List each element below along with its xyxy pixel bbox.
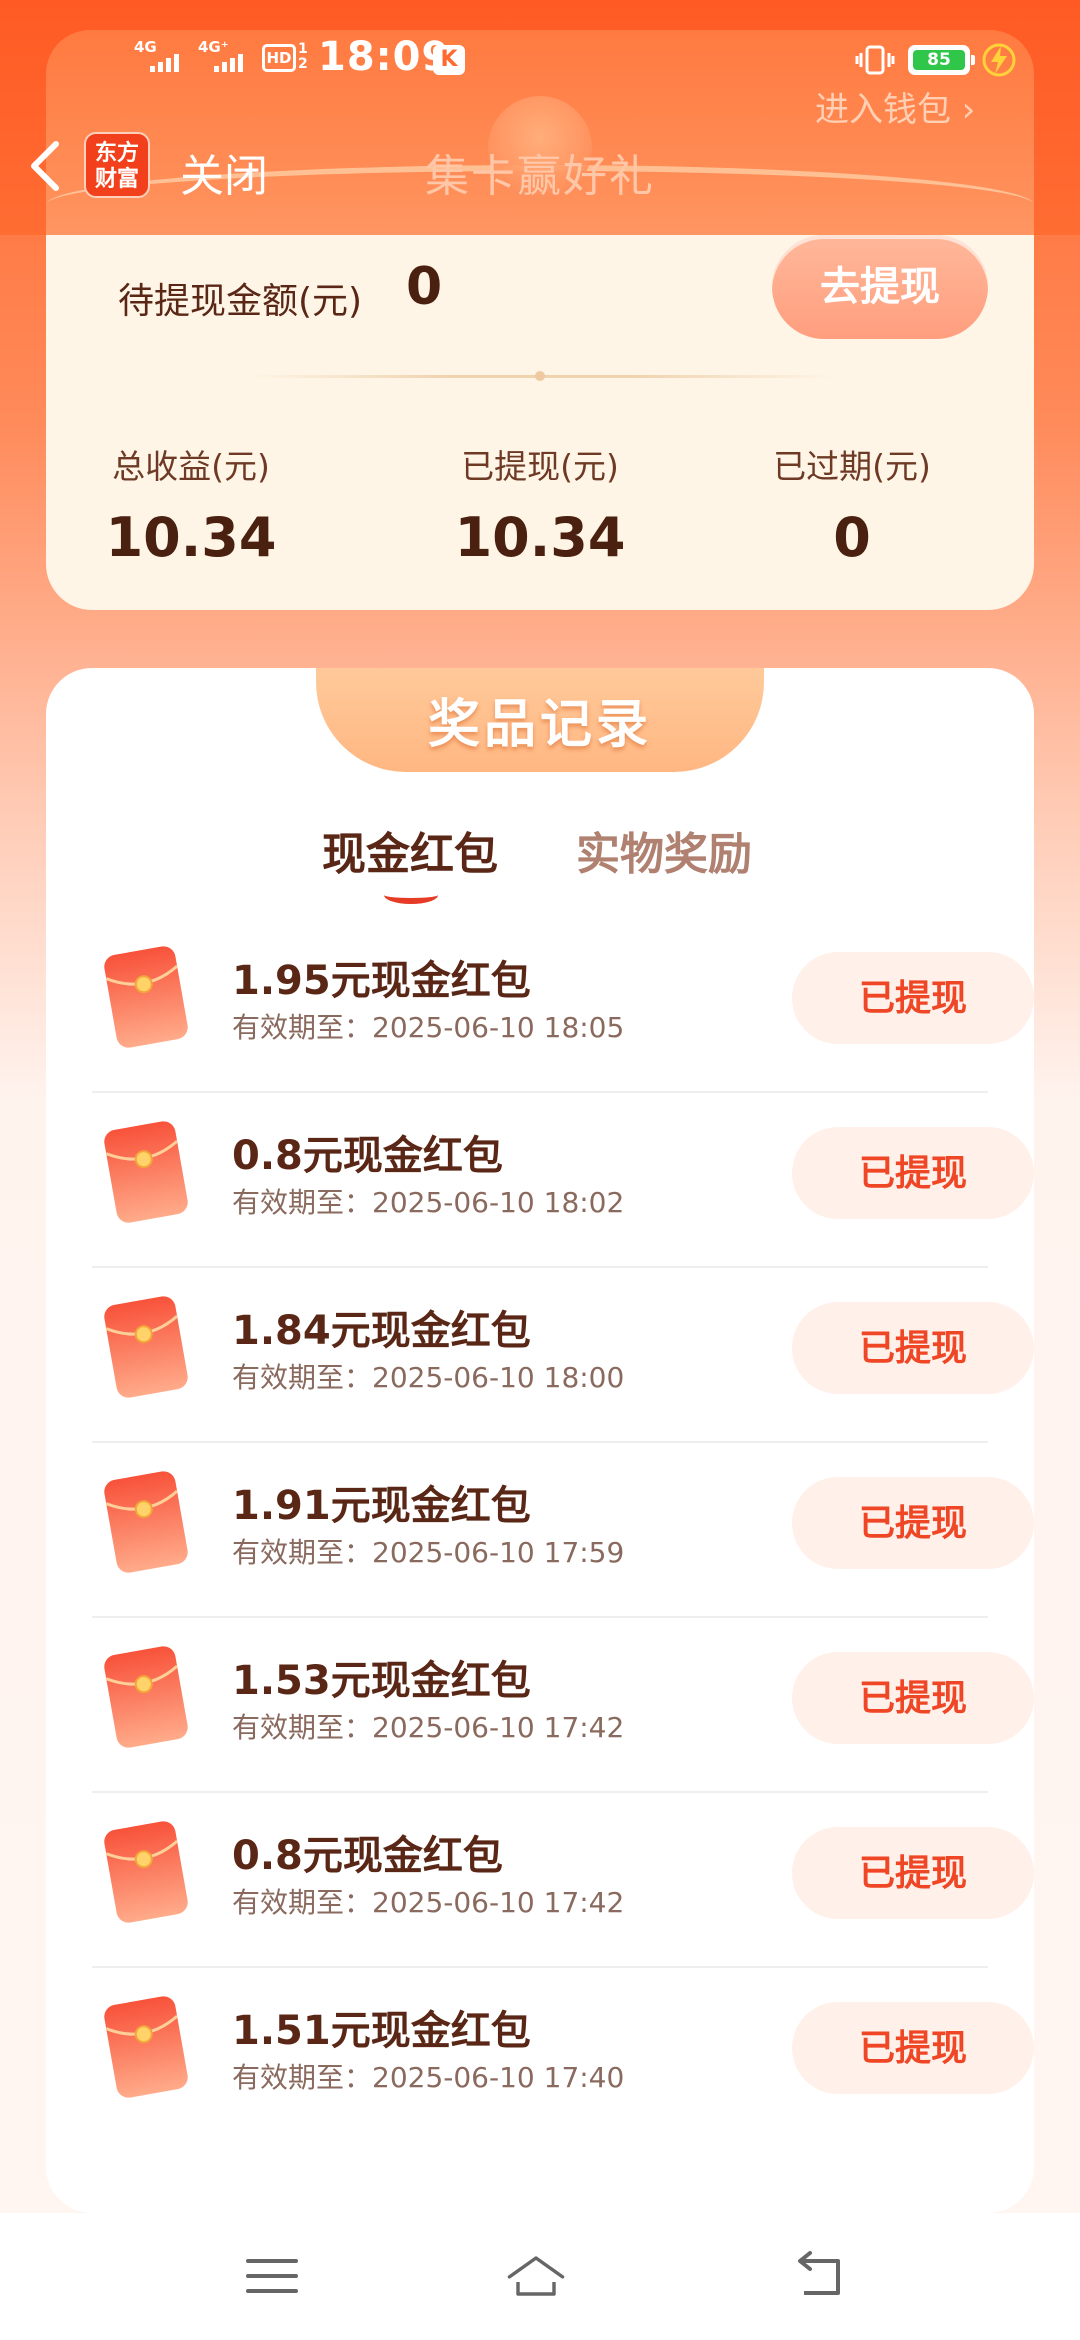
stat-value: 10.34 (105, 506, 277, 569)
page-title: 集卡赢好礼 (425, 151, 655, 202)
status-time: 18:09 (318, 34, 451, 80)
item-title: 0.8元现金红包 (232, 1133, 503, 1179)
hd-slot-label: 1 2 (298, 41, 308, 72)
red-packet-list: 1.95元现金红包 有效期至：2025-06-10 18:05 已提现 0.8元… (92, 918, 1034, 2143)
hd-voice-icon: HD (262, 44, 296, 72)
signal-icon-2: 4G⁺ (198, 40, 243, 74)
item-expiry: 有效期至：2025-06-10 17:42 (232, 1711, 625, 1744)
pending-amount-label: 待提现金额(元) (118, 281, 363, 322)
red-envelope-icon (100, 1992, 192, 2102)
list-item: 0.8元现金红包 有效期至：2025-06-10 18:02 已提现 (92, 1093, 1034, 1268)
withdrawn-status-button[interactable]: 已提现 (792, 1302, 1034, 1394)
withdrawn-status-button[interactable]: 已提现 (792, 1127, 1034, 1219)
app-logo: 东方 财富 (84, 132, 150, 198)
withdrawn-status-button[interactable]: 已提现 (792, 1652, 1034, 1744)
red-envelope-icon (100, 942, 192, 1052)
enter-wallet-link[interactable]: 进入钱包 › (815, 82, 975, 131)
list-item: 1.53元现金红包 有效期至：2025-06-10 17:42 已提现 (92, 1618, 1034, 1793)
vibrate-icon (855, 45, 895, 75)
red-envelope-icon (100, 1117, 192, 1227)
withdrawn-status-button[interactable]: 已提现 (792, 1827, 1034, 1919)
list-item: 1.84元现金红包 有效期至：2025-06-10 18:00 已提现 (92, 1268, 1034, 1443)
red-envelope-icon (100, 1817, 192, 1927)
system-navigation-bar (0, 2213, 1080, 2340)
logo-text-2: 财富 (94, 167, 139, 192)
item-title: 1.51元现金红包 (232, 2008, 531, 2054)
red-envelope-icon (100, 1642, 192, 1752)
item-title: 1.53元现金红包 (232, 1658, 531, 1704)
battery-icon: 85 (908, 45, 975, 75)
stat-value: 10.34 (454, 506, 626, 569)
red-envelope-icon (100, 1467, 192, 1577)
signal-icon: 4G (134, 40, 179, 74)
stat-label: 已过期(元) (773, 447, 931, 486)
tab-cash-red-packet[interactable]: 现金红包 (322, 818, 498, 882)
back-arrow-icon[interactable] (22, 136, 66, 196)
charging-bolt-icon (982, 43, 1016, 77)
item-expiry: 有效期至：2025-06-10 18:02 (232, 1186, 625, 1219)
battery-level: 85 (913, 50, 965, 70)
earnings-summary-card: 待提现金额(元) 0 去提现 总收益(元) 10.34 已提现(元) 10.34… (46, 235, 1034, 610)
item-expiry: 有效期至：2025-06-10 18:05 (232, 1011, 625, 1044)
prize-records-card: 奖品记录 现金红包 实物奖励 1.95元现金红包 有效期至：2025-06-10… (46, 668, 1034, 2213)
withdrawn-status-button[interactable]: 已提现 (792, 1477, 1034, 1569)
item-expiry: 有效期至：2025-06-10 17:40 (232, 2061, 625, 2094)
stat-label: 总收益(元) (112, 447, 270, 486)
menu-icon[interactable] (242, 2249, 302, 2303)
list-item: 0.8元现金红包 有效期至：2025-06-10 17:42 已提现 (92, 1793, 1034, 1968)
item-title: 1.84元现金红包 (232, 1308, 531, 1354)
item-expiry: 有效期至：2025-06-10 17:42 (232, 1886, 625, 1919)
withdraw-button[interactable]: 去提现 (772, 235, 988, 339)
back-icon[interactable] (790, 2249, 850, 2303)
app-header: 4G 4G⁺ HD 1 2 18:09 K 85 进入钱包 › 东方 财富 关闭… (0, 0, 1080, 235)
stat-expired: 已过期(元) 0 (702, 440, 1002, 569)
withdrawn-status-button[interactable]: 已提现 (792, 952, 1034, 1044)
item-title: 1.91元现金红包 (232, 1483, 531, 1529)
item-title: 0.8元现金红包 (232, 1833, 503, 1879)
app-notification-icon: K (433, 45, 465, 75)
item-title: 1.95元现金红包 (232, 958, 531, 1004)
withdrawn-status-button[interactable]: 已提现 (792, 2002, 1034, 2094)
records-title: 奖品记录 (427, 695, 652, 755)
home-icon[interactable] (506, 2249, 566, 2303)
list-item: 1.51元现金红包 有效期至：2025-06-10 17:40 已提现 (92, 1968, 1034, 2143)
stat-withdrawn: 已提现(元) 10.34 (390, 440, 690, 569)
divider-dot (535, 371, 545, 381)
tab-physical-rewards[interactable]: 实物奖励 (576, 818, 752, 882)
stat-total-earnings: 总收益(元) 10.34 (41, 440, 341, 569)
logo-text-1: 东方 (94, 141, 139, 166)
red-envelope-icon (100, 1292, 192, 1402)
active-tab-indicator (384, 886, 438, 904)
list-item: 1.91元现金红包 有效期至：2025-06-10 17:59 已提现 (92, 1443, 1034, 1618)
list-item: 1.95元现金红包 有效期至：2025-06-10 18:05 已提现 (92, 918, 1034, 1093)
item-expiry: 有效期至：2025-06-10 18:00 (232, 1361, 625, 1394)
item-expiry: 有效期至：2025-06-10 17:59 (232, 1536, 625, 1569)
close-button[interactable]: 关闭 (180, 140, 268, 204)
stat-value: 0 (833, 506, 871, 569)
pending-amount-value: 0 (406, 257, 443, 317)
stat-label: 已提现(元) (461, 447, 619, 486)
